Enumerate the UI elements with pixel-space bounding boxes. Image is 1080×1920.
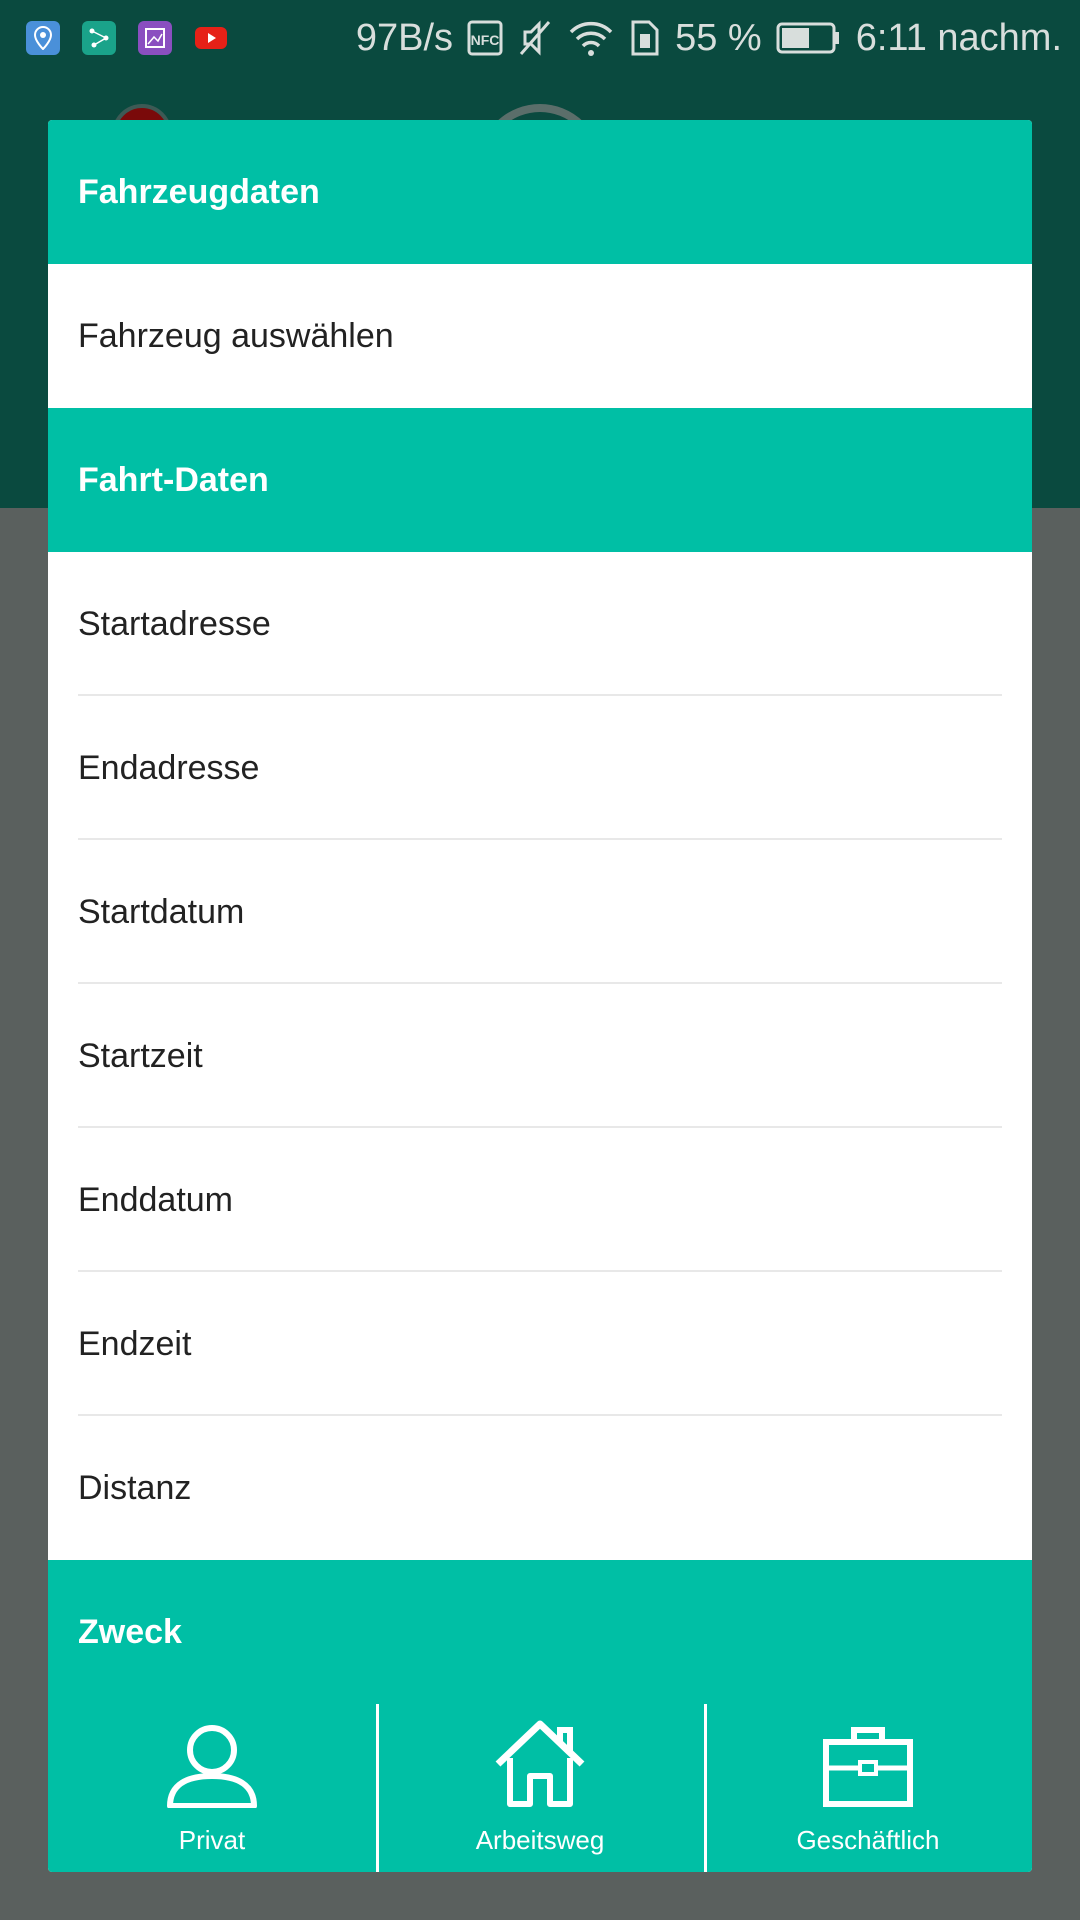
- start-date-item[interactable]: Startdatum: [48, 840, 1032, 984]
- end-time-item[interactable]: Endzeit: [48, 1272, 1032, 1416]
- purpose-business-button[interactable]: Geschäftlich: [704, 1704, 1032, 1872]
- vehicle-select-item[interactable]: Fahrzeug auswählen: [48, 264, 1032, 408]
- briefcase-icon: [820, 1724, 916, 1825]
- share-app-icon: [82, 21, 116, 55]
- end-address-item[interactable]: Endadresse: [48, 696, 1032, 840]
- start-address-item[interactable]: Startadresse: [48, 552, 1032, 696]
- wifi-icon: [567, 18, 615, 58]
- purpose-section-header: Zweck: [48, 1560, 1032, 1704]
- system-indicators: 97B/s NFC 55 % 6:11 nachm.: [356, 17, 1062, 60]
- purpose-commute-button[interactable]: Arbeitsweg: [376, 1704, 704, 1872]
- person-icon: [164, 1722, 260, 1825]
- maps-app-icon: [26, 21, 60, 55]
- svg-text:NFC: NFC: [471, 32, 500, 48]
- battery-percent: 55 %: [675, 16, 762, 59]
- clock: 6:11 nachm.: [855, 16, 1062, 59]
- purpose-options: Privat Arbeitsweg Geschäftlich: [48, 1704, 1032, 1872]
- gallery-app-icon: [138, 21, 172, 55]
- nfc-icon: NFC: [467, 20, 503, 56]
- trip-section-header: Fahrt-Daten: [48, 408, 1032, 552]
- sim-icon: [629, 18, 661, 58]
- network-speed: 97B/s: [355, 16, 454, 59]
- end-date-item[interactable]: Enddatum: [48, 1128, 1032, 1272]
- purpose-private-label: Privat: [178, 1825, 246, 1855]
- vehicle-section-header: Fahrzeugdaten: [48, 120, 1032, 264]
- battery-icon: [776, 20, 842, 56]
- notification-icons: [26, 21, 228, 55]
- purpose-private-button[interactable]: Privat: [48, 1704, 376, 1872]
- youtube-app-icon: [194, 21, 228, 55]
- distance-item[interactable]: Distanz: [48, 1416, 1032, 1560]
- purpose-business-label: Geschäftlich: [796, 1825, 940, 1855]
- start-time-item[interactable]: Startzeit: [48, 984, 1032, 1128]
- house-icon: [492, 1718, 588, 1825]
- status-bar: 97B/s NFC 55 % 6:11 nachm.: [0, 0, 1080, 76]
- mute-icon: [517, 18, 553, 58]
- purpose-commute-label: Arbeitsweg: [475, 1825, 605, 1855]
- trip-details-dialog: Fahrzeugdaten Fahrzeug auswählen Fahrt-D…: [48, 120, 1032, 1872]
